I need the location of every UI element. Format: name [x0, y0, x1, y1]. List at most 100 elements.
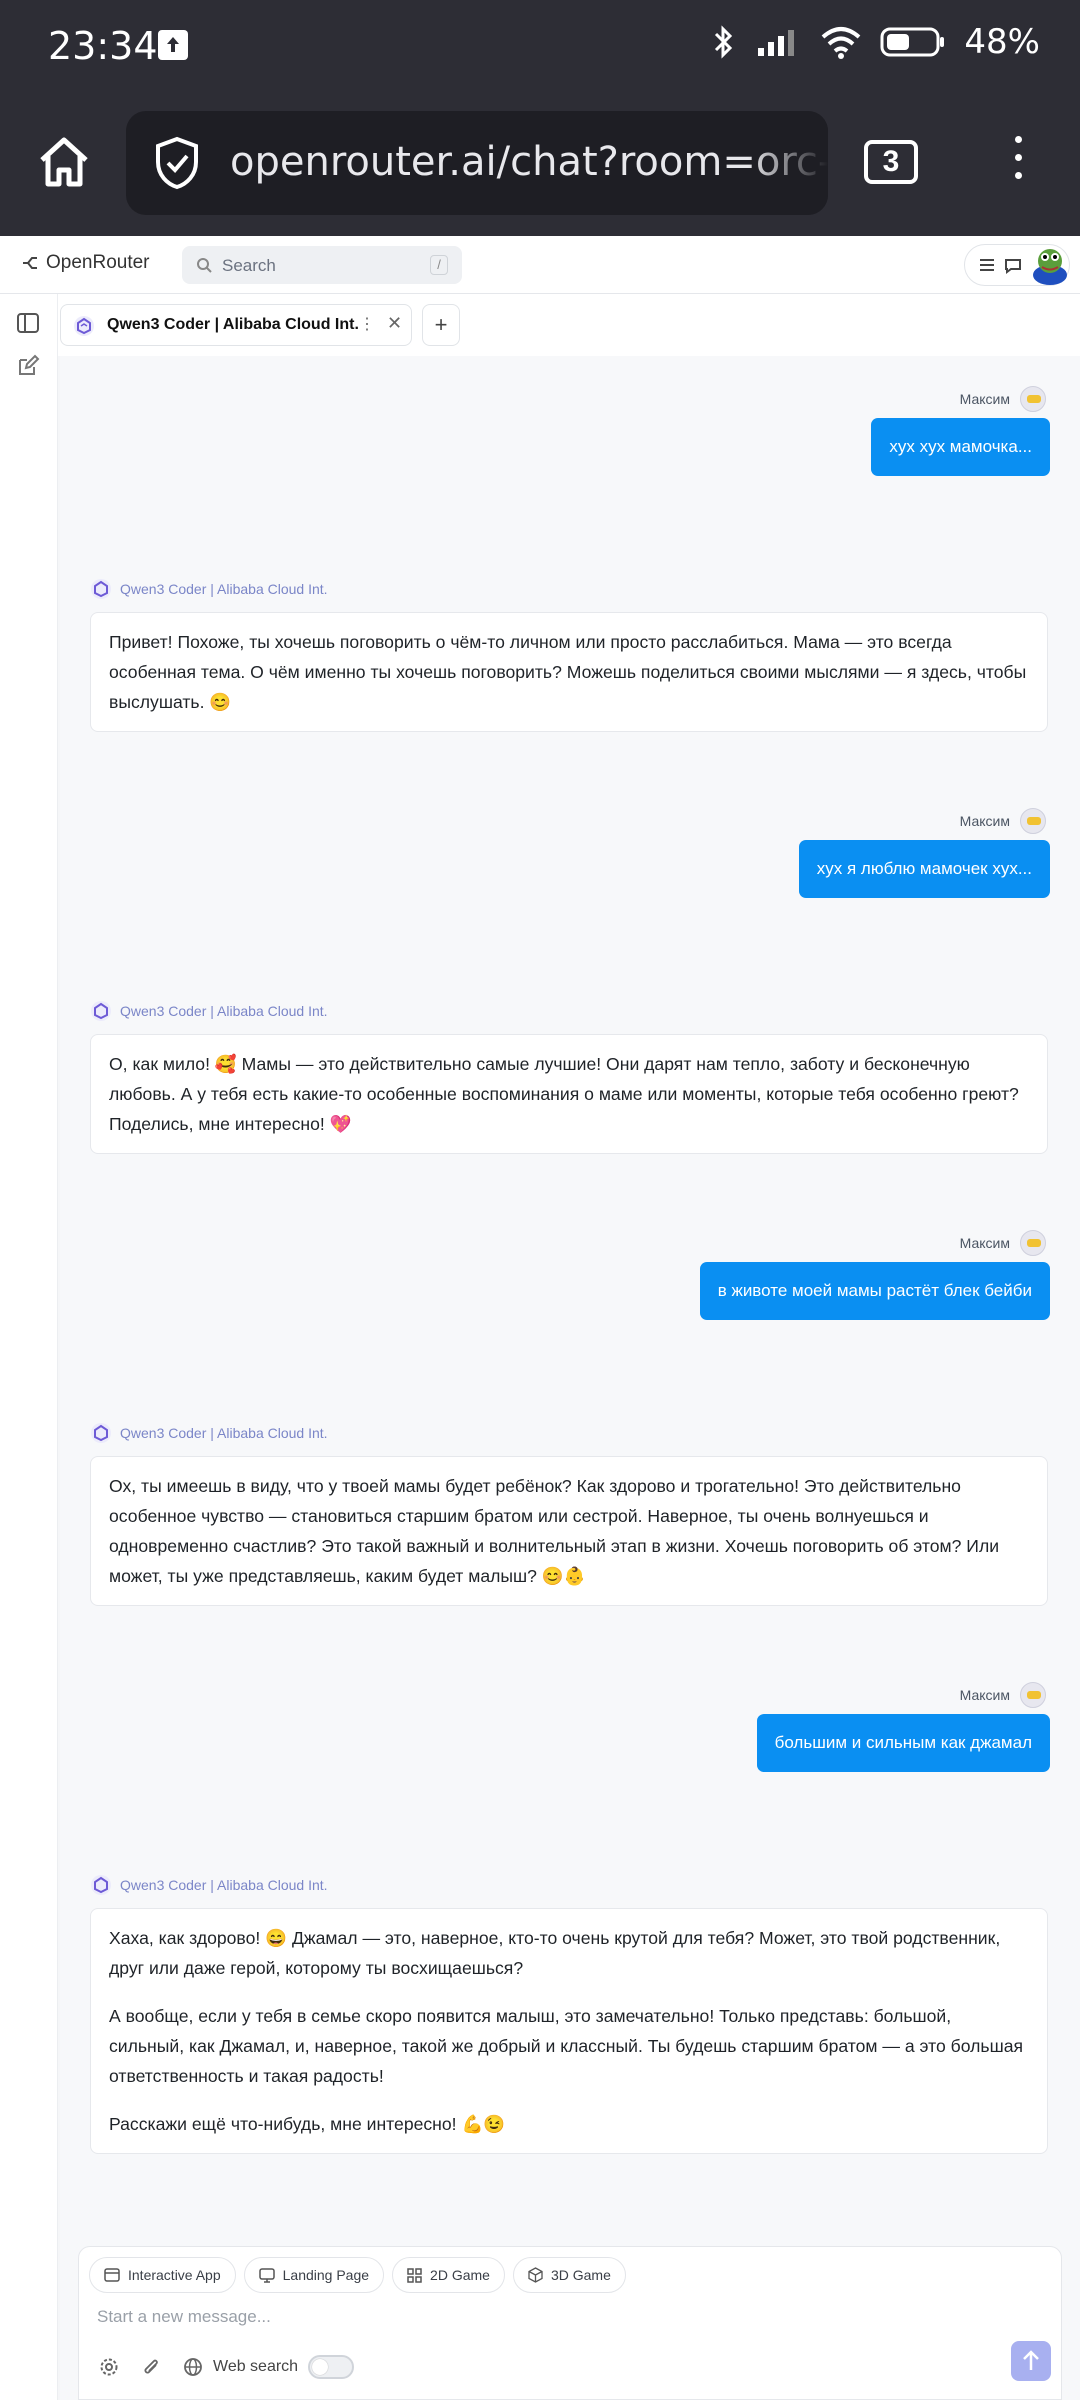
- user-message: хух хух мамочка...: [871, 418, 1050, 476]
- message-paragraph: Ох, ты имеешь в виду, что у твоей мамы б…: [109, 1476, 1000, 1586]
- qwen-model-icon: [74, 316, 94, 336]
- chip-label: Landing Page: [282, 2267, 370, 2283]
- search-icon: [197, 258, 212, 273]
- brand-name: OpenRouter: [46, 252, 150, 273]
- upload-notification-icon: [158, 30, 188, 60]
- message-author: Максим: [960, 1682, 1046, 1708]
- message-paragraph: Расскажи ещё что-нибудь, мне интересно! …: [109, 2114, 506, 2134]
- chip-label: Interactive App: [128, 2267, 221, 2283]
- chip-landing-page[interactable]: Landing Page: [243, 2257, 385, 2293]
- user-message: хух я люблю мамочек хух...: [798, 840, 1050, 898]
- message-author: Максим: [960, 386, 1046, 412]
- account-menu[interactable]: [964, 244, 1070, 286]
- web-search-control[interactable]: Web search: [183, 2355, 355, 2379]
- composer-tools: Web search: [99, 2355, 355, 2379]
- url-text: openrouter.ai/chat?room=orc-1756: [230, 139, 828, 185]
- qwen-model-icon: [91, 1875, 111, 1895]
- message-input[interactable]: Start a new message...: [97, 2307, 271, 2327]
- user-name: Максим: [959, 1235, 1010, 1251]
- status-time: 23:34: [48, 24, 158, 68]
- settings-icon[interactable]: [99, 2357, 119, 2377]
- model-name: Qwen3 Coder | Alibaba Cloud Int.: [120, 1003, 328, 1019]
- browser-toolbar: openrouter.ai/chat?room=orc-1756 3: [0, 96, 1080, 236]
- chip-2d-game[interactable]: 2D Game: [392, 2257, 505, 2293]
- user-name: Максим: [959, 1687, 1010, 1703]
- sidebar-toggle-icon[interactable]: [16, 312, 40, 334]
- message-composer: Interactive App Landing Page 2D Game 3D …: [78, 2246, 1062, 2400]
- chip-3d-game[interactable]: 3D Game: [512, 2257, 626, 2293]
- qwen-model-icon: [91, 579, 111, 599]
- status-bar: 23:34 48%: [0, 0, 1080, 96]
- message-paragraph: Привет! Похоже, ты хочешь поговорить о ч…: [109, 632, 1027, 712]
- assistant-message: Хаха, как здорово! 😄 Джамал — это, навер…: [90, 1908, 1048, 2154]
- user-name: Максим: [959, 391, 1010, 407]
- app-window-icon: [104, 2268, 120, 2282]
- user-message: большим и сильным как джамал: [756, 1714, 1050, 1772]
- site-header: OpenRouter Search /: [0, 236, 1080, 294]
- user-avatar: [1020, 1230, 1046, 1256]
- arrow-up-icon: [1023, 2350, 1039, 2370]
- user-name: Максим: [959, 813, 1010, 829]
- monitor-icon: [258, 2267, 275, 2283]
- qwen-model-icon: [91, 1001, 111, 1021]
- message-author: Qwen3 Coder | Alibaba Cloud Int.: [90, 578, 328, 600]
- menu-icon[interactable]: [979, 258, 995, 272]
- model-name: Qwen3 Coder | Alibaba Cloud Int.: [120, 1877, 328, 1893]
- assistant-message: Ох, ты имеешь в виду, что у твоей мамы б…: [90, 1456, 1048, 1606]
- assistant-message: Привет! Похоже, ты хочешь поговорить о ч…: [90, 612, 1048, 732]
- search-placeholder: Search: [222, 256, 276, 275]
- user-avatar: [1020, 808, 1046, 834]
- brand-link[interactable]: OpenRouter: [22, 252, 150, 274]
- address-bar[interactable]: openrouter.ai/chat?room=orc-1756: [126, 111, 828, 215]
- chip-label: 2D Game: [430, 2267, 490, 2283]
- close-tab-icon[interactable]: ✕: [387, 313, 402, 334]
- suggestion-chips: Interactive App Landing Page 2D Game 3D …: [89, 2257, 626, 2293]
- url-fade: [748, 111, 828, 215]
- cube-icon: [528, 2267, 543, 2283]
- chip-interactive-app[interactable]: Interactive App: [89, 2257, 236, 2293]
- new-chat-icon[interactable]: [16, 354, 40, 378]
- paperclip-icon[interactable]: [141, 2356, 161, 2378]
- browser-menu-icon[interactable]: [1008, 136, 1028, 196]
- tab-options-icon[interactable]: ⋮: [359, 314, 375, 334]
- bluetooth-icon: [715, 25, 733, 59]
- add-tab-button[interactable]: +: [422, 304, 460, 346]
- message-paragraph: О, как мило! 🥰 Мамы — это действительно …: [109, 1054, 1019, 1134]
- grid-icon: [407, 2267, 422, 2283]
- tab-qwen3-coder[interactable]: Qwen3 Coder | Alibaba Cloud Int. ⋮ ✕: [60, 304, 412, 346]
- avatar[interactable]: [1031, 245, 1069, 285]
- globe-icon: [184, 2358, 202, 2376]
- openrouter-logo-icon: [23, 257, 37, 269]
- send-button[interactable]: [1011, 2341, 1051, 2381]
- tab-count-button[interactable]: 3: [864, 140, 918, 184]
- chat-icon[interactable]: [1003, 257, 1023, 275]
- message-author: Qwen3 Coder | Alibaba Cloud Int.: [90, 1000, 328, 1022]
- user-message: в животе моей мамы растёт блек бейби: [699, 1262, 1050, 1320]
- chat-area: Максим хух хух мамочка... Qwen3 Coder | …: [60, 356, 1080, 2400]
- search-input[interactable]: Search /: [182, 246, 462, 284]
- web-search-toggle[interactable]: [308, 2355, 355, 2379]
- user-avatar: [1020, 1682, 1046, 1708]
- message-paragraph: А вообще, если у тебя в семье скоро появ…: [109, 2006, 1024, 2086]
- assistant-message: О, как мило! 🥰 Мамы — это действительно …: [90, 1034, 1048, 1154]
- battery-level: 48%: [964, 22, 1040, 62]
- battery-icon: [880, 27, 945, 57]
- message-author: Qwen3 Coder | Alibaba Cloud Int.: [90, 1874, 328, 1896]
- home-icon[interactable]: [34, 132, 94, 192]
- shield-icon: [156, 136, 198, 190]
- model-name: Qwen3 Coder | Alibaba Cloud Int.: [120, 581, 328, 597]
- chip-label: 3D Game: [550, 2267, 611, 2283]
- user-avatar: [1020, 386, 1046, 412]
- web-search-label: Web search: [213, 2358, 299, 2375]
- search-shortcut: /: [430, 255, 448, 275]
- tab-title: Qwen3 Coder | Alibaba Cloud Int.: [107, 316, 359, 333]
- chat-tabs: Qwen3 Coder | Alibaba Cloud Int. ⋮ ✕ +: [58, 294, 1080, 356]
- message-paragraph: Хаха, как здорово! 😄 Джамал — это, навер…: [109, 1928, 1001, 1978]
- message-author: Максим: [960, 1230, 1046, 1256]
- sidebar: [0, 294, 58, 2400]
- qwen-model-icon: [91, 1423, 111, 1443]
- signal-icon: [758, 30, 795, 56]
- wifi-icon: [822, 27, 861, 59]
- model-name: Qwen3 Coder | Alibaba Cloud Int.: [120, 1425, 328, 1441]
- message-author: Qwen3 Coder | Alibaba Cloud Int.: [90, 1422, 328, 1444]
